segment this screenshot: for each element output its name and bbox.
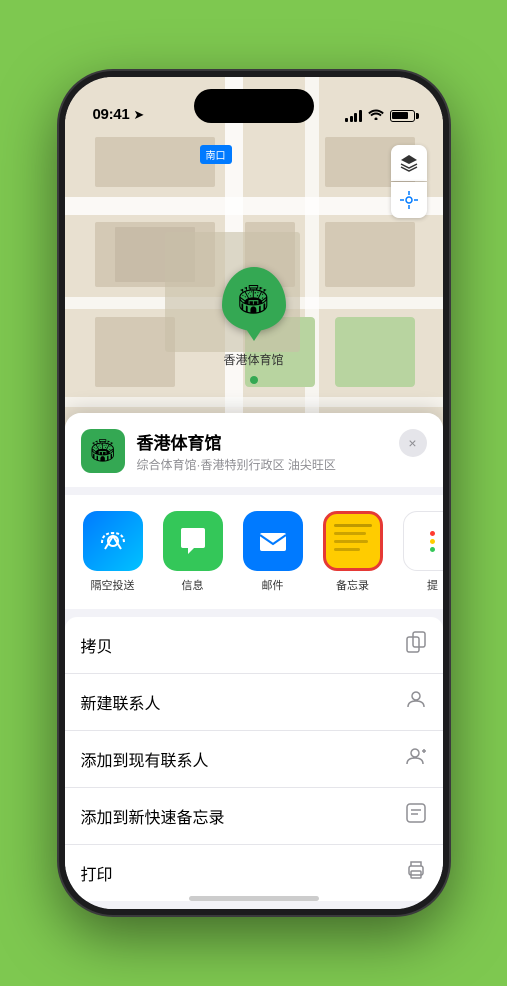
phone-screen: 09:41 ➤	[65, 77, 443, 909]
home-indicator	[189, 896, 319, 901]
new-contact-icon	[405, 688, 427, 716]
message-label: 信息	[182, 577, 204, 593]
map-location-button[interactable]	[391, 182, 427, 218]
share-item-airdrop[interactable]: 隔空投送	[77, 511, 149, 593]
mail-icon	[243, 511, 303, 571]
notes-icon	[323, 511, 383, 571]
venue-logo: 🏟	[81, 429, 125, 473]
action-add-contact-label: 添加到现有联系人	[81, 747, 209, 771]
more-icon	[403, 511, 443, 571]
action-new-contact[interactable]: 新建联系人	[65, 674, 443, 731]
map-layers-button[interactable]	[391, 145, 427, 181]
action-new-contact-label: 新建联系人	[81, 690, 161, 714]
location-arrow-icon: ➤	[133, 107, 144, 123]
share-item-mail[interactable]: 邮件	[237, 511, 309, 593]
share-item-notes[interactable]: 备忘录	[317, 511, 389, 593]
mail-label: 邮件	[262, 577, 284, 593]
share-row: 隔空投送 信息	[65, 495, 443, 609]
battery-icon	[390, 110, 415, 122]
message-icon	[163, 511, 223, 571]
phone-frame: 09:41 ➤	[59, 71, 449, 915]
notes-label: 备忘录	[336, 577, 369, 593]
share-item-message[interactable]: 信息	[157, 511, 229, 593]
venue-logo-emoji: 🏟	[89, 438, 117, 464]
pin-dot	[250, 376, 258, 384]
more-dots-icon	[421, 531, 443, 552]
action-print-label: 打印	[81, 861, 113, 885]
action-copy[interactable]: 拷贝	[65, 617, 443, 674]
airdrop-icon	[83, 511, 143, 571]
location-pin: 🏟 香港体育馆	[222, 267, 286, 368]
share-item-more[interactable]: 提	[397, 511, 443, 593]
dynamic-island	[194, 89, 314, 123]
action-quick-notes[interactable]: 添加到新快速备忘录	[65, 788, 443, 845]
map-south-gate-label: 南口	[200, 145, 232, 164]
signal-bars-icon	[345, 110, 362, 122]
add-contact-icon	[405, 745, 427, 773]
action-list: 拷贝 新建联系人	[65, 617, 443, 901]
stadium-emoji: 🏟	[236, 283, 272, 316]
quick-notes-icon	[405, 802, 427, 830]
venue-info: 香港体育馆 综合体育馆·香港特别行政区 油尖旺区	[137, 429, 387, 473]
status-time: 09:41	[93, 106, 130, 123]
bottom-sheet: 🏟 香港体育馆 综合体育馆·香港特别行政区 油尖旺区 ×	[65, 413, 443, 909]
venue-header: 🏟 香港体育馆 综合体育馆·香港特别行政区 油尖旺区 ×	[65, 413, 443, 487]
close-button[interactable]: ×	[399, 429, 427, 457]
pin-label: 香港体育馆	[223, 351, 283, 368]
action-quick-notes-label: 添加到新快速备忘录	[81, 804, 225, 828]
map-controls	[391, 145, 427, 218]
print-icon	[405, 859, 427, 887]
airdrop-label: 隔空投送	[91, 577, 135, 593]
venue-subtitle: 综合体育馆·香港特别行政区 油尖旺区	[137, 456, 387, 473]
more-label: 提	[427, 577, 438, 593]
action-print[interactable]: 打印	[65, 845, 443, 901]
action-copy-label: 拷贝	[81, 633, 113, 657]
copy-icon	[405, 631, 427, 659]
action-add-contact[interactable]: 添加到现有联系人	[65, 731, 443, 788]
pin-icon: 🏟	[222, 267, 286, 331]
venue-name: 香港体育馆	[137, 429, 387, 454]
status-icons	[345, 108, 415, 123]
wifi-icon	[368, 108, 384, 123]
